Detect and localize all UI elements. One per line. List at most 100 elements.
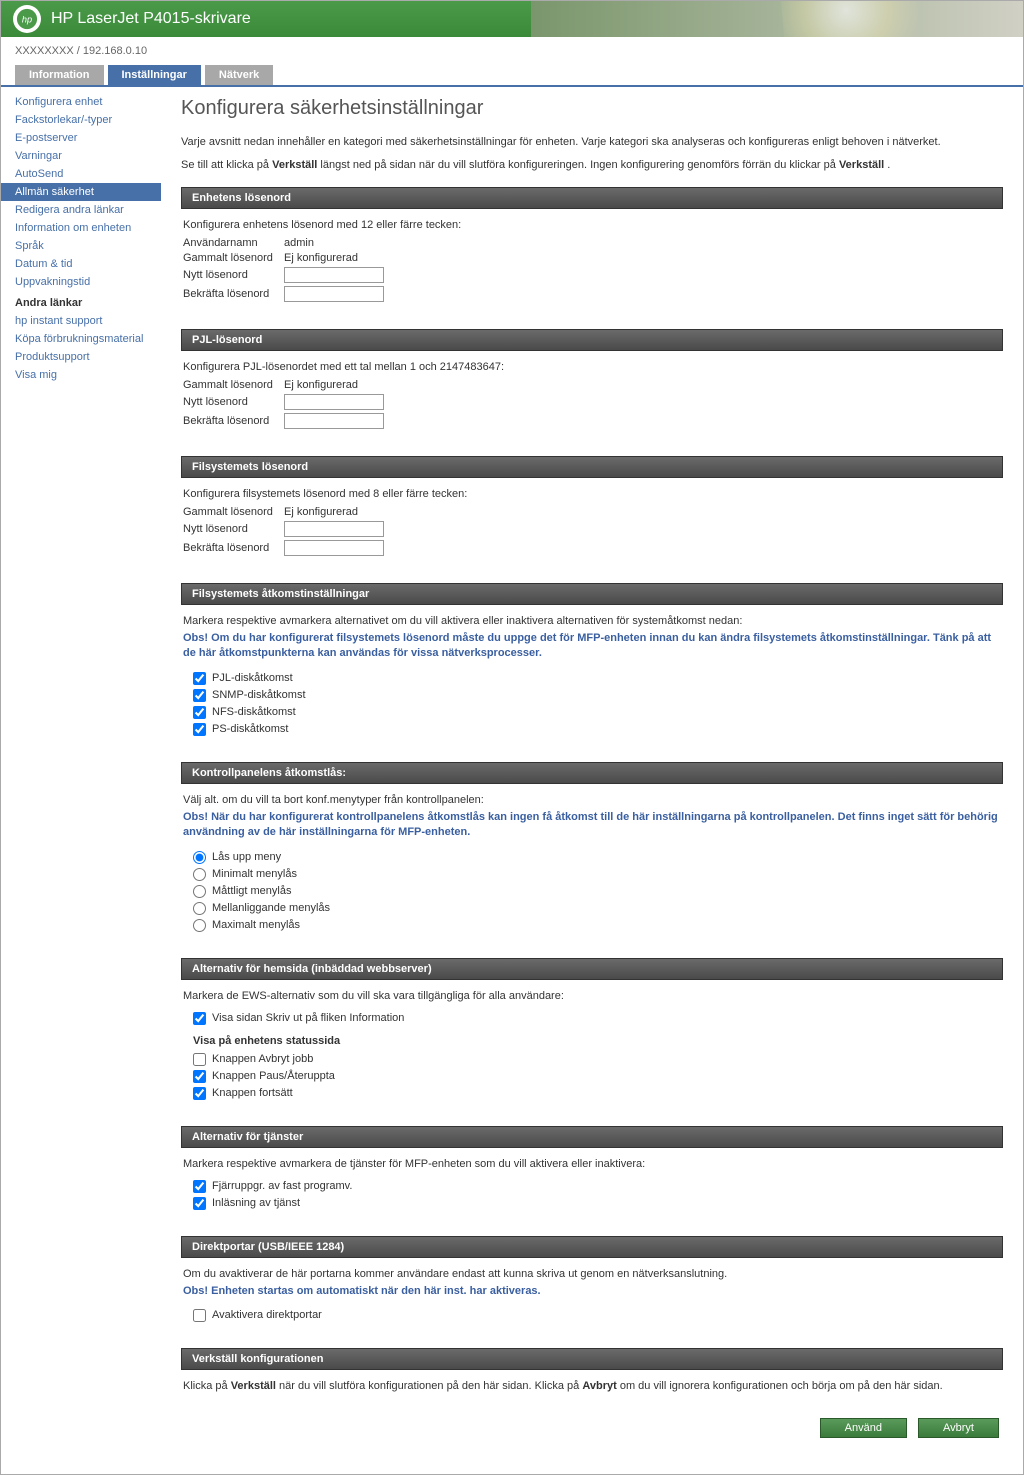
section-apply-config-header: Verkställ konfigurationen [181,1348,1003,1370]
section-cp-lock-header: Kontrollpanelens åtkomstlås: [181,762,1003,784]
device-address: XXXXXXXX / 192.168.0.10 [1,37,1023,65]
tab-information[interactable]: Information [15,65,104,85]
checkbox-pjl-disk[interactable] [193,672,206,685]
label-pjl-disk: PJL-diskåtkomst [212,672,293,684]
fs-new-input[interactable] [284,521,384,537]
cancel-button[interactable]: Avbryt [918,1418,999,1438]
ews-desc: Markera de EWS-alternativ som du vill sk… [183,990,1001,1002]
intro-paragraph-2: Se till att klicka på Verkställ längst n… [181,157,1003,174]
label-continue: Knappen fortsätt [212,1087,293,1099]
header-bar: hp HP LaserJet P4015-skrivare [1,1,1023,37]
label-maximum-lock: Maximalt menylås [212,919,300,931]
confirm-password-input[interactable] [284,286,384,302]
pjl-confirm-label: Bekräfta lösenord [183,415,278,427]
radio-unlock-menu[interactable] [193,851,206,864]
radio-intermediate-lock[interactable] [193,902,206,915]
label-show-print-page: Visa sidan Skriv ut på fliken Informatio… [212,1012,404,1024]
cp-lock-desc: Välj alt. om du vill ta bort konf.menyty… [183,794,1001,806]
button-row: Använd Avbryt [181,1402,1003,1454]
checkbox-ps-disk[interactable] [193,723,206,736]
fs-old-label: Gammalt lösenord [183,506,278,518]
hp-logo: hp [13,5,41,33]
sidebar-wake-time[interactable]: Uppvakningstid [1,273,161,291]
sidebar: Konfigurera enhet Fackstorlekar/-typer E… [1,87,161,1474]
pjl-password-desc: Konfigurera PJL-lösenordet med ett tal m… [183,361,1001,373]
sidebar-buy-supplies[interactable]: Köpa förbrukningsmaterial [1,330,161,348]
label-snmp-disk: SNMP-diskåtkomst [212,689,306,701]
tab-network[interactable]: Nätverk [205,65,273,85]
sidebar-show-me[interactable]: Visa mig [1,366,161,384]
sidebar-autosend[interactable]: AutoSend [1,165,161,183]
intro-paragraph-1: Varje avsnitt nedan innehåller en katego… [181,134,1003,151]
fs-access-desc: Markera respektive avmarkera alternative… [183,615,1001,627]
label-minimal-lock: Minimalt menylås [212,868,297,880]
fs-confirm-input[interactable] [284,540,384,556]
pjl-old-value: Ej konfigurerad [284,379,358,391]
new-password-input[interactable] [284,267,384,283]
status-page-heading: Visa på enhetens statussida [183,1027,1001,1051]
checkbox-disable-direct-ports[interactable] [193,1309,206,1322]
label-moderate-lock: Måttligt menylås [212,885,291,897]
section-direct-ports-header: Direktportar (USB/IEEE 1284) [181,1236,1003,1258]
services-desc: Markera respektive avmarkera de tjänster… [183,1158,1001,1170]
cp-lock-note: Obs! När du har konfigurerat kontrollpan… [183,810,1001,841]
sidebar-general-security[interactable]: Allmän säkerhet [1,183,161,201]
fs-confirm-label: Bekräfta lösenord [183,542,278,554]
checkbox-show-print-page[interactable] [193,1012,206,1025]
old-password-value: Ej konfigurerad [284,252,358,264]
fs-password-desc: Konfigurera filsystemets lösenord med 8 … [183,488,1001,500]
sidebar-email-server[interactable]: E-postserver [1,129,161,147]
sidebar-device-info[interactable]: Information om enheten [1,219,161,237]
confirm-password-label: Bekräfta lösenord [183,288,278,300]
checkbox-snmp-disk[interactable] [193,689,206,702]
pjl-old-label: Gammalt lösenord [183,379,278,391]
section-pjl-password-header: PJL-lösenord [181,329,1003,351]
printer-title: HP LaserJet P4015-skrivare [51,10,251,28]
header-image [531,1,1023,37]
svg-text:hp: hp [22,15,32,25]
section-fs-access-header: Filsystemets åtkomstinställningar [181,583,1003,605]
checkbox-cancel-job[interactable] [193,1053,206,1066]
label-cancel-job: Knappen Avbryt jobb [212,1053,313,1065]
sidebar-tray-sizes[interactable]: Fackstorlekar/-typer [1,111,161,129]
sidebar-product-support[interactable]: Produktsupport [1,348,161,366]
checkbox-nfs-disk[interactable] [193,706,206,719]
pjl-new-input[interactable] [284,394,384,410]
sidebar-edit-links[interactable]: Redigera andra länkar [1,201,161,219]
fs-old-value: Ej konfigurerad [284,506,358,518]
checkbox-continue[interactable] [193,1087,206,1100]
apply-button[interactable]: Använd [820,1418,907,1438]
content-area: Konfigurera säkerhetsinställningar Varje… [161,87,1023,1474]
label-pause-resume: Knappen Paus/Återuppta [212,1070,335,1082]
checkbox-remote-firmware[interactable] [193,1180,206,1193]
radio-minimal-lock[interactable] [193,868,206,881]
tab-settings[interactable]: Inställningar [108,65,201,85]
label-service-load: Inläsning av tjänst [212,1197,300,1209]
page-title: Konfigurera säkerhetsinställningar [181,97,1003,120]
pjl-confirm-input[interactable] [284,413,384,429]
apply-config-desc: Klicka på Verkställ när du vill slutföra… [183,1380,1001,1392]
checkbox-pause-resume[interactable] [193,1070,206,1083]
username-label: Användarnamn [183,237,278,249]
section-ews-options-header: Alternativ för hemsida (inbäddad webbser… [181,958,1003,980]
fs-new-label: Nytt lösenord [183,523,278,535]
label-disable-direct-ports: Avaktivera direktportar [212,1309,322,1321]
radio-moderate-lock[interactable] [193,885,206,898]
label-remote-firmware: Fjärruppgr. av fast programv. [212,1180,352,1192]
old-password-label: Gammalt lösenord [183,252,278,264]
sidebar-date-time[interactable]: Datum & tid [1,255,161,273]
sidebar-warnings[interactable]: Varningar [1,147,161,165]
section-device-password-header: Enhetens lösenord [181,187,1003,209]
ports-desc: Om du avaktiverar de här portarna kommer… [183,1268,1001,1280]
sidebar-other-links-title: Andra länkar [1,291,161,312]
username-value: admin [284,237,314,249]
sidebar-hp-instant-support[interactable]: hp instant support [1,312,161,330]
sidebar-language[interactable]: Språk [1,237,161,255]
radio-maximum-lock[interactable] [193,919,206,932]
sidebar-configure-device[interactable]: Konfigurera enhet [1,93,161,111]
label-nfs-disk: NFS-diskåtkomst [212,706,296,718]
checkbox-service-load[interactable] [193,1197,206,1210]
section-fs-password-header: Filsystemets lösenord [181,456,1003,478]
fs-access-note: Obs! Om du har konfigurerat filsystemets… [183,631,1001,662]
label-unlock-menu: Lås upp meny [212,851,281,863]
